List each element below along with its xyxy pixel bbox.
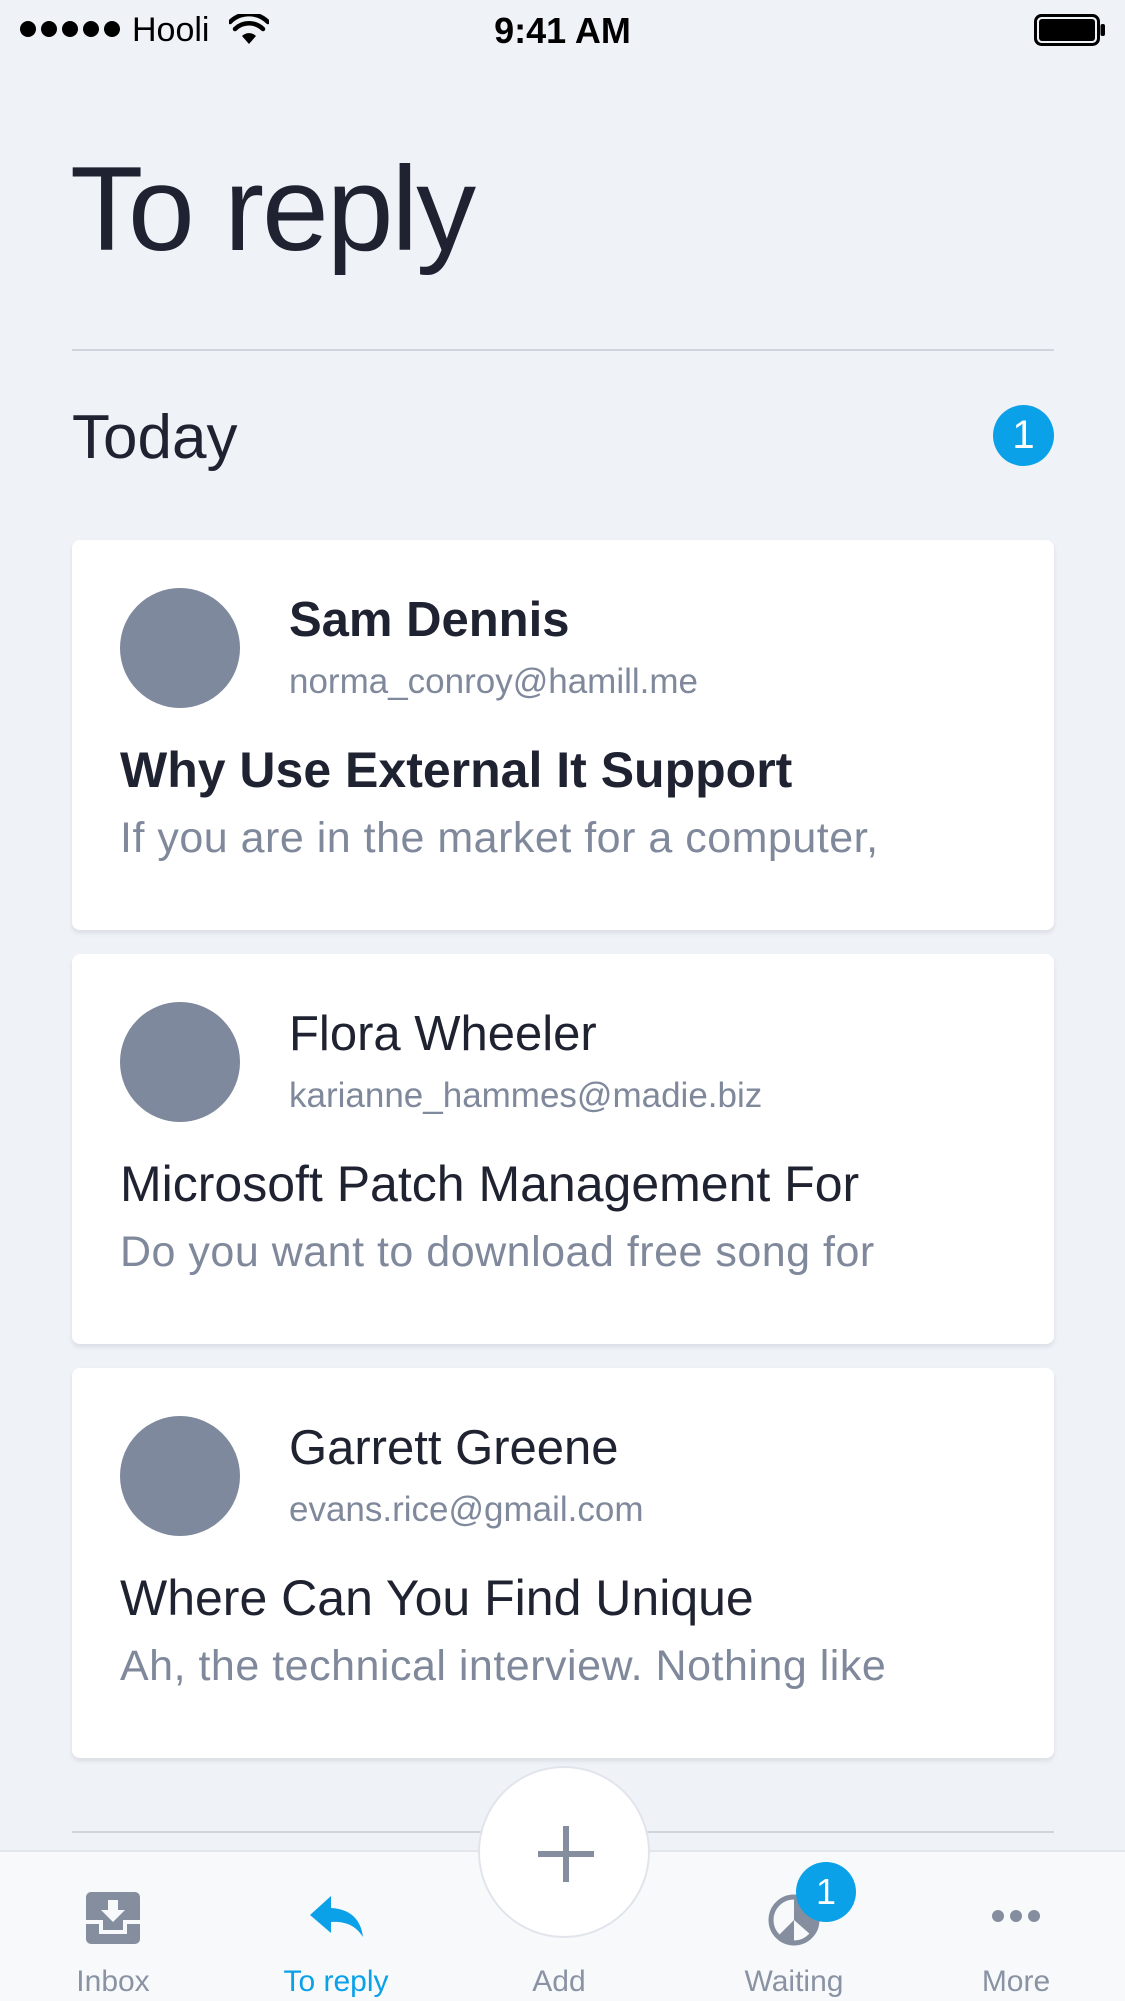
waiting-count-badge: 1 <box>796 1862 856 1922</box>
title-divider <box>72 349 1054 351</box>
tab-label-waiting: Waiting <box>744 1965 844 1998</box>
add-button[interactable] <box>478 1766 650 1938</box>
battery-icon <box>1034 14 1105 46</box>
sender-email: norma_conroy@hamill.me <box>289 662 699 701</box>
message-card[interactable]: Sam Dennis norma_conroy@hamill.me Why Us… <box>72 540 1054 930</box>
sender-email: evans.rice@gmail.com <box>289 1490 644 1529</box>
inbox-tray-icon <box>86 1892 140 1944</box>
message-subject: Microsoft Patch Management For <box>120 1156 860 1212</box>
message-subject: Why Use External It Support <box>120 742 793 798</box>
message-preview: Ah, the technical interview. Nothing lik… <box>120 1642 887 1690</box>
plus-icon <box>538 1826 594 1882</box>
tab-inbox[interactable]: Inbox <box>23 1852 203 2001</box>
tab-to-reply[interactable]: To reply <box>246 1852 426 2001</box>
message-preview: Do you want to download free song for <box>120 1228 875 1276</box>
sender-email: karianne_hammes@madie.biz <box>289 1076 763 1115</box>
section-count-badge: 1 <box>993 405 1054 466</box>
status-time: 9:41 AM <box>494 10 631 51</box>
avatar <box>120 1416 240 1536</box>
tab-label-to-reply: To reply <box>283 1965 389 1998</box>
avatar <box>120 588 240 708</box>
message-card[interactable]: Garrett Greene evans.rice@gmail.com Wher… <box>72 1368 1054 1758</box>
tab-label-more: More <box>981 1965 1051 1998</box>
ellipsis-icon <box>992 1910 1040 1922</box>
section-title-today: Today <box>72 403 238 472</box>
tab-label-add: Add <box>532 1965 586 1998</box>
avatar <box>120 1002 240 1122</box>
message-subject: Where Can You Find Unique <box>120 1570 754 1626</box>
sender-name: Garrett Greene <box>289 1421 619 1475</box>
status-bar: Hooli 9:41 AM <box>0 0 1125 62</box>
tab-waiting[interactable]: Waiting <box>704 1852 884 2001</box>
tab-label-inbox: Inbox <box>76 1965 150 1998</box>
tab-more[interactable]: More <box>926 1852 1106 2001</box>
sender-name: Flora Wheeler <box>289 1007 597 1061</box>
screen: Hooli 9:41 AM To reply Today 1 Sam Denni… <box>0 0 1125 2001</box>
message-card[interactable]: Flora Wheeler karianne_hammes@madie.biz … <box>72 954 1054 1344</box>
page-title: To reply <box>70 142 476 276</box>
reply-arrow-icon <box>310 1896 363 1937</box>
message-preview: If you are in the market for a computer, <box>120 814 879 862</box>
sender-name: Sam Dennis <box>289 593 570 647</box>
